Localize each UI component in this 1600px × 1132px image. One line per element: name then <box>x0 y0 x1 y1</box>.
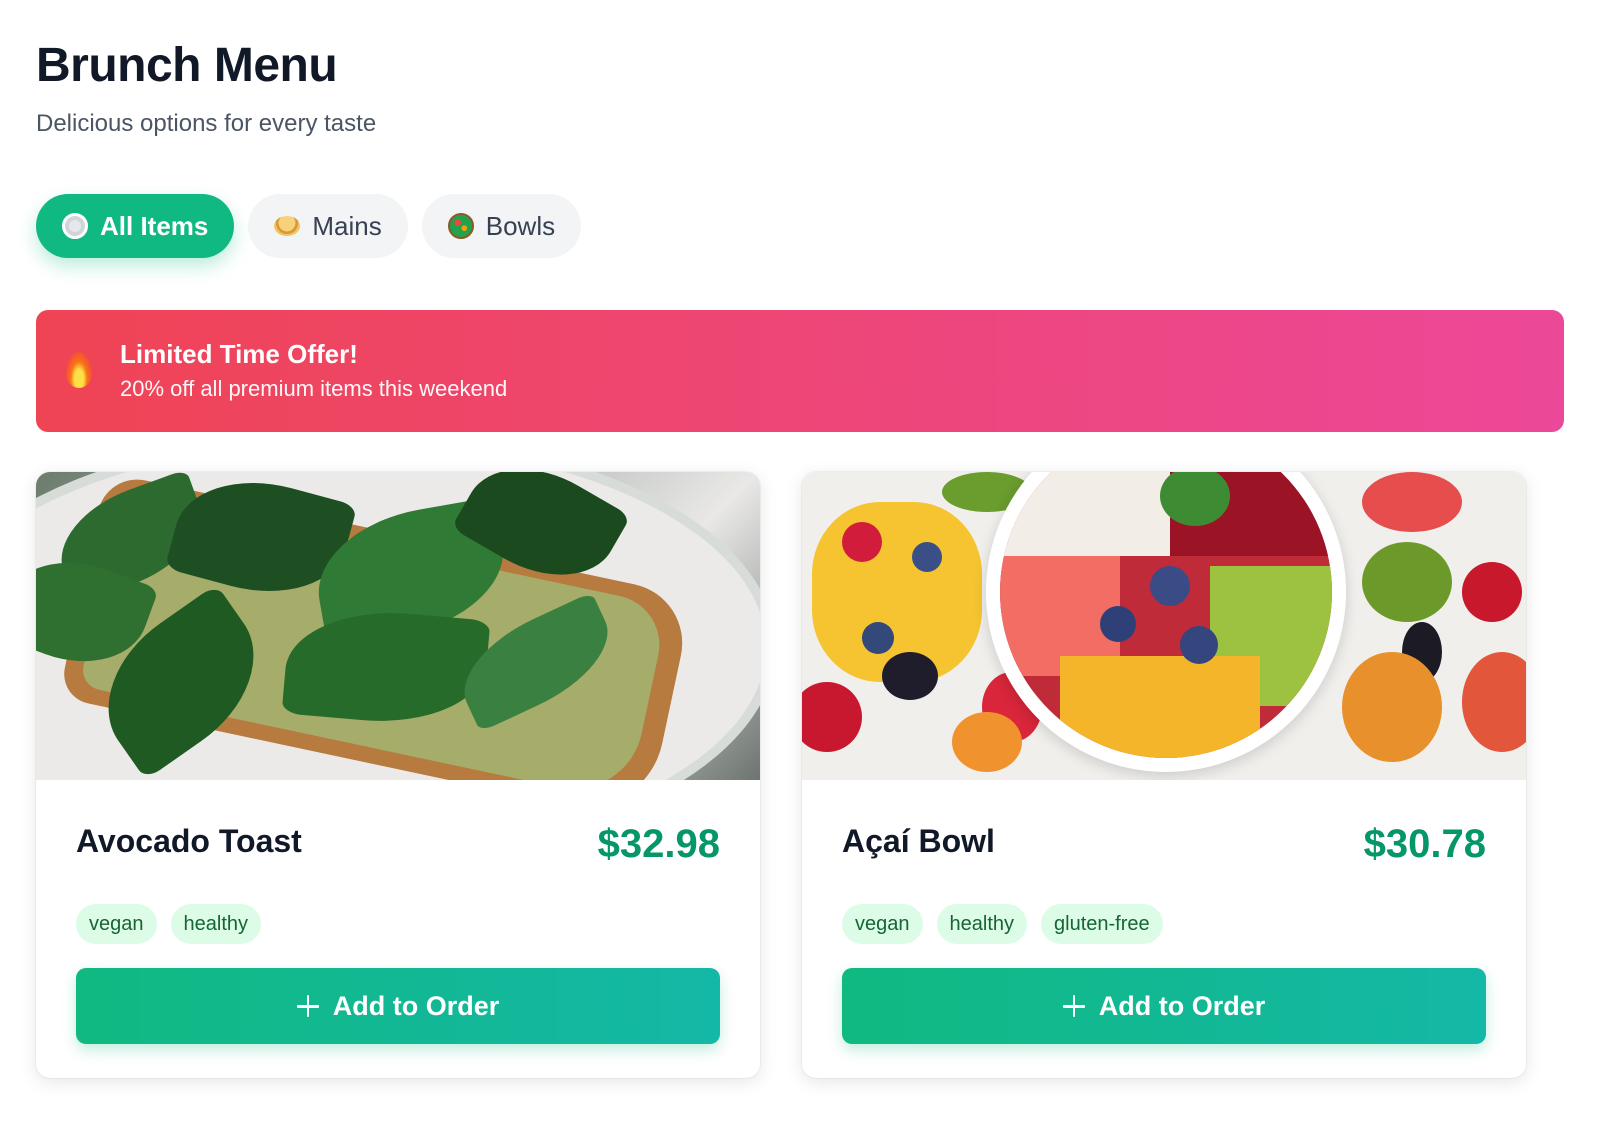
menu-item-card: Avocado Toast $32.98 vegan healthy Add t… <box>36 472 760 1078</box>
category-filters: All Items Mains Bowls <box>36 194 1564 258</box>
tag-badge: gluten-free <box>1041 904 1163 944</box>
tag-badge: healthy <box>936 904 1027 944</box>
card-body: Açaí Bowl $30.78 vegan healthy gluten-fr… <box>802 780 1526 1044</box>
item-name: Açaí Bowl <box>842 823 995 859</box>
promo-title: Limited Time Offer! <box>120 339 358 369</box>
filter-mains[interactable]: Mains <box>248 194 408 258</box>
promo-banner: Limited Time Offer! 20% off all premium … <box>36 310 1564 432</box>
filter-label: Bowls <box>485 210 556 241</box>
item-name: Avocado Toast <box>76 823 302 859</box>
menu-page: Brunch Menu Delicious options for every … <box>0 0 1600 1078</box>
plus-icon <box>296 995 319 1017</box>
menu-item-card: Açaí Bowl $30.78 vegan healthy gluten-fr… <box>802 472 1526 1078</box>
filter-bowls[interactable]: Bowls <box>421 194 582 258</box>
promo-text: 20% off all premium items this weekend <box>120 376 508 401</box>
card-body: Avocado Toast $32.98 vegan healthy Add t… <box>36 780 760 1044</box>
item-price: $32.98 <box>597 822 720 866</box>
filter-label: Mains <box>312 210 382 241</box>
filter-all-items[interactable]: All Items <box>36 194 235 258</box>
pancakes-icon <box>274 216 301 236</box>
fire-icon <box>64 352 94 390</box>
add-to-order-label: Add to Order <box>332 990 500 1021</box>
page-title: Brunch Menu <box>36 39 338 92</box>
tag-badge: vegan <box>842 904 923 944</box>
menu-grid: Avocado Toast $32.98 vegan healthy Add t… <box>36 472 1564 1078</box>
promo-content: Limited Time Offer! 20% off all premium … <box>120 338 507 404</box>
avocado-toast-image <box>36 472 760 780</box>
add-to-order-button[interactable]: Add to Order <box>842 968 1486 1044</box>
plate-icon <box>62 213 88 239</box>
salad-icon <box>447 213 474 239</box>
add-to-order-label: Add to Order <box>1098 990 1266 1021</box>
acai-bowl-image <box>802 472 1526 780</box>
filter-label: All Items <box>100 210 209 241</box>
item-price: $30.78 <box>1363 822 1486 866</box>
plus-icon <box>1062 995 1085 1017</box>
page-subtitle: Delicious options for every taste <box>36 110 377 137</box>
tag-badge: vegan <box>76 904 157 944</box>
add-to-order-button[interactable]: Add to Order <box>76 968 720 1044</box>
tag-badge: healthy <box>170 904 261 944</box>
item-tags: vegan healthy <box>76 904 720 944</box>
item-tags: vegan healthy gluten-free <box>842 904 1486 944</box>
